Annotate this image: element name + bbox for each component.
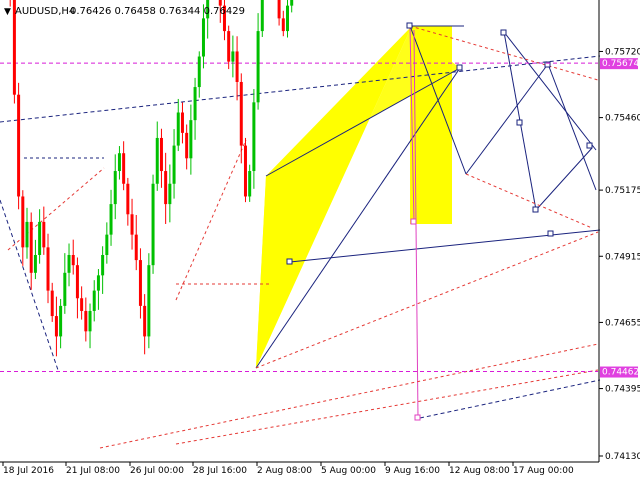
symbol-timeframe: AUDUSD,H4 (15, 6, 75, 17)
time-tick-label: 21 Jul 08:00 (66, 466, 120, 476)
time-tick-label: 2 Aug 08:00 (257, 466, 312, 476)
time-tick-label: 12 Aug 08:00 (449, 466, 510, 476)
plot-area-background (0, 0, 640, 480)
candle-body (138, 260, 142, 306)
level-label: 0.75674 (602, 59, 639, 69)
candle-body (105, 234, 109, 255)
anchor-point (586, 142, 593, 149)
candle-body (147, 265, 151, 337)
candle-body (67, 254, 71, 273)
candle-body (197, 56, 201, 88)
candle-body (117, 153, 121, 172)
candle-body (33, 254, 37, 273)
candle-body (17, 94, 21, 197)
price-tick-label: 0.75460 (605, 114, 640, 124)
anchor-point (414, 414, 421, 421)
candle-body (201, 18, 205, 57)
candle-body (46, 247, 50, 291)
candle-body (84, 310, 88, 332)
candle-body (164, 171, 168, 205)
candle-body (63, 272, 67, 306)
candle-body (180, 112, 184, 133)
candle-body (281, 18, 285, 32)
candle-body (243, 145, 247, 197)
candle-body (218, 0, 222, 6)
highlight-rectangle (410, 26, 452, 224)
level-label: 0.74462 (602, 368, 639, 378)
chart-canvas: 0.775300.772700.770100.767550.764950.762… (0, 0, 640, 480)
time-tick-label: 26 Jul 00:00 (130, 466, 184, 476)
candle-body (159, 137, 163, 172)
candle-body (80, 298, 84, 311)
time-tick-label: 5 Aug 00:00 (321, 466, 376, 476)
candle-body (25, 221, 29, 248)
anchor-point (532, 206, 539, 213)
candle-body (29, 221, 33, 273)
candle-body (231, 51, 235, 62)
price-tick-label: 0.74655 (605, 318, 640, 328)
candle-body (126, 183, 130, 215)
candle-body (193, 87, 197, 121)
header-triangle-icon: ▼ (4, 7, 11, 17)
candle-body (130, 214, 134, 235)
candle-body (168, 183, 172, 205)
price-tick-label: 0.74395 (605, 385, 640, 395)
candle-body (227, 31, 231, 62)
candle-body (54, 316, 58, 337)
candle-body (143, 305, 147, 337)
chart: 0.775300.772700.770100.767550.764950.762… (0, 0, 640, 480)
anchor-point (547, 230, 554, 237)
time-tick-label: 9 Aug 16:00 (385, 466, 440, 476)
candle-body (277, 0, 281, 19)
price-tick-label: 0.74915 (605, 252, 640, 262)
candle-body (252, 102, 256, 172)
candle-body (42, 221, 46, 248)
candle-body (50, 290, 54, 317)
anchor-point (456, 64, 463, 71)
time-tick-label: 17 Aug 00:00 (513, 466, 574, 476)
anchor-point (406, 22, 413, 29)
candle-body (75, 265, 79, 299)
price-tick-label: 0.75175 (605, 186, 640, 196)
time-tick-label: 28 Jul 16:00 (193, 466, 247, 476)
candle-body (88, 310, 92, 332)
candle-body (151, 183, 155, 266)
candle-body (59, 305, 63, 337)
candle-body (189, 120, 193, 159)
anchor-point (516, 119, 523, 126)
candle-body (176, 112, 180, 146)
candle-body (101, 254, 105, 276)
candle-body (21, 196, 25, 248)
time-tick-label: 18 Jul 2016 (3, 466, 54, 476)
candle-body (239, 81, 243, 146)
anchor-point (410, 218, 417, 225)
price-tick-label: 0.74130 (605, 452, 640, 462)
ohlc-values: 0.76426 0.76458 0.76344 0.76429 (70, 6, 245, 17)
candle-body (71, 254, 75, 266)
candle-body (122, 153, 126, 184)
candle-body (96, 275, 100, 291)
candle-body (92, 290, 96, 311)
anchor-point (500, 29, 507, 36)
candle-body (290, 0, 294, 6)
candle-body (172, 145, 176, 184)
candle-body (285, 5, 289, 32)
anchor-point (286, 258, 293, 265)
candle-body (38, 221, 42, 255)
candle-body (260, 0, 264, 32)
candle-body (113, 171, 117, 205)
candle-body (256, 31, 260, 103)
candle-body (134, 234, 138, 261)
candle-body (185, 132, 189, 159)
candle-body (248, 171, 252, 197)
price-tick-label: 0.75720 (605, 47, 640, 57)
candle-body (235, 51, 239, 82)
candle-body (109, 204, 113, 235)
candle-body (155, 137, 159, 184)
